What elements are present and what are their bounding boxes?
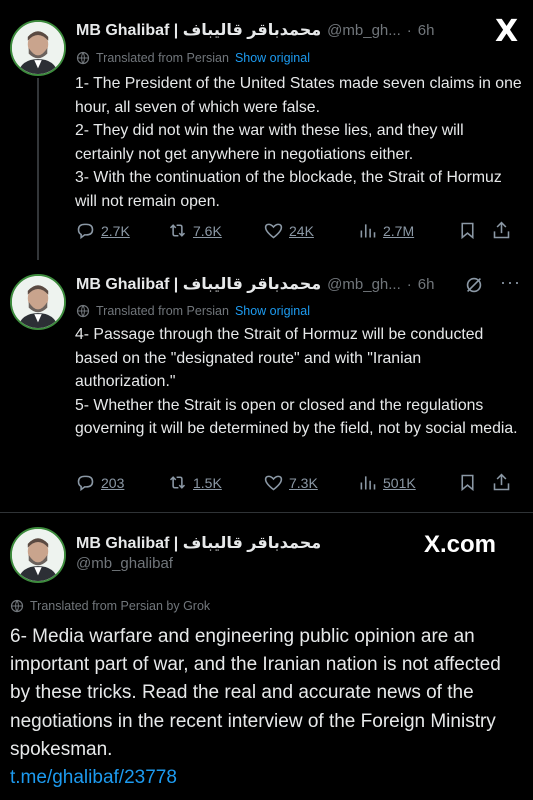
avatar[interactable]: [10, 274, 66, 330]
tweet-2[interactable]: MB Ghalibaf | محمدباقر قالیباف @mb_gh...…: [0, 260, 533, 510]
handle[interactable]: @mb_gh...: [327, 22, 401, 39]
x-com-logo: X.com: [424, 531, 497, 558]
action-bar: 2.7K 7.6K 24K 2.7M: [75, 220, 525, 241]
views-count: 2.7M: [383, 222, 415, 239]
translation-notice: Translated from Persian Show original: [76, 304, 310, 318]
bookmark-icon: [461, 222, 474, 240]
globe-icon: [76, 51, 90, 65]
action-bar: 203 1.5K 7.3K 501K: [75, 472, 525, 493]
bookmark-icon: [461, 474, 474, 492]
share-button[interactable]: [491, 472, 512, 493]
reply-button[interactable]: 203: [75, 472, 167, 493]
more-options-icon[interactable]: ···: [500, 272, 521, 293]
like-count: 7.3K: [289, 474, 318, 491]
tweet-text: 6- Media warfare and engineering public …: [10, 623, 525, 792]
avatar-image: [12, 276, 64, 328]
show-original-link[interactable]: Show original: [235, 51, 310, 65]
reply-icon: [77, 475, 94, 492]
avatar-image: [12, 529, 64, 581]
display-name[interactable]: MB Ghalibaf | محمدباقر قالیباف: [76, 274, 321, 294]
timestamp[interactable]: 6h: [418, 276, 435, 293]
tweet-text: 4- Passage through the Strait of Hormuz …: [75, 326, 518, 437]
telegram-link[interactable]: t.me/ghalibaf/23778: [10, 767, 177, 788]
translated-label: Translated from Persian: [96, 51, 229, 65]
heart-icon: [264, 223, 283, 239]
heart-icon: [264, 475, 283, 491]
tweet-body: 6- Media warfare and engineering public …: [10, 626, 501, 760]
repost-button[interactable]: 1.5K: [167, 472, 263, 493]
tweet-header: MB Ghalibaf | محمدباقر قالیباف @mb_gh...…: [76, 20, 434, 40]
show-original-link[interactable]: Show original: [235, 304, 310, 318]
bookmark-button[interactable]: [457, 220, 491, 241]
views-button[interactable]: 501K: [357, 472, 457, 493]
translation-notice: Translated from Persian by Grok: [10, 599, 210, 613]
tweet-header: MB Ghalibaf | محمدباقر قالیباف @mb_gh...…: [76, 274, 434, 294]
translation-notice: Translated from Persian Show original: [76, 51, 310, 65]
translated-label: Translated from Persian by Grok: [30, 599, 211, 613]
display-name[interactable]: MB Ghalibaf | محمدباقر قالیباف: [76, 533, 321, 553]
repost-count: 1.5K: [193, 474, 222, 491]
avatar-image: [12, 22, 64, 74]
handle[interactable]: @mb_ghalibaf: [76, 555, 173, 572]
views-count: 501K: [383, 474, 416, 491]
repost-count: 7.6K: [193, 222, 222, 239]
tweet-1[interactable]: MB Ghalibaf | محمدباقر قالیباف @mb_gh...…: [0, 0, 533, 260]
like-button[interactable]: 7.3K: [263, 472, 357, 493]
grok-icon[interactable]: [463, 274, 485, 296]
timestamp[interactable]: 6h: [418, 22, 435, 39]
separator-dot: ·: [406, 21, 412, 39]
handle[interactable]: @mb_gh...: [327, 276, 401, 293]
like-count: 24K: [289, 222, 314, 239]
reply-count: 203: [101, 474, 125, 491]
globe-icon: [10, 599, 24, 613]
translated-label: Translated from Persian: [96, 304, 229, 318]
views-button[interactable]: 2.7M: [357, 220, 457, 241]
display-name[interactable]: MB Ghalibaf | محمدباقر قالیباف: [76, 20, 321, 40]
avatar[interactable]: [10, 20, 66, 76]
tweet-text: 1- The President of the United States ma…: [75, 75, 522, 210]
repost-button[interactable]: 7.6K: [167, 220, 263, 241]
views-icon: [360, 476, 376, 490]
like-button[interactable]: 24K: [263, 220, 357, 241]
reply-button[interactable]: 2.7K: [75, 220, 167, 241]
repost-icon: [169, 224, 186, 237]
share-button[interactable]: [491, 220, 512, 241]
share-icon: [493, 221, 510, 239]
bookmark-button[interactable]: [457, 472, 491, 493]
globe-icon: [76, 304, 90, 318]
repost-icon: [169, 476, 186, 489]
reply-icon: [77, 223, 94, 240]
thread-line: [37, 78, 39, 260]
avatar[interactable]: [10, 527, 66, 583]
views-icon: [360, 224, 376, 238]
reply-count: 2.7K: [101, 222, 130, 239]
separator-dot: ·: [406, 275, 412, 293]
x-logo: X: [495, 14, 519, 49]
share-icon: [493, 473, 510, 491]
main-tweet[interactable]: MB Ghalibaf | محمدباقر قالیباف @mb_ghali…: [0, 513, 533, 800]
